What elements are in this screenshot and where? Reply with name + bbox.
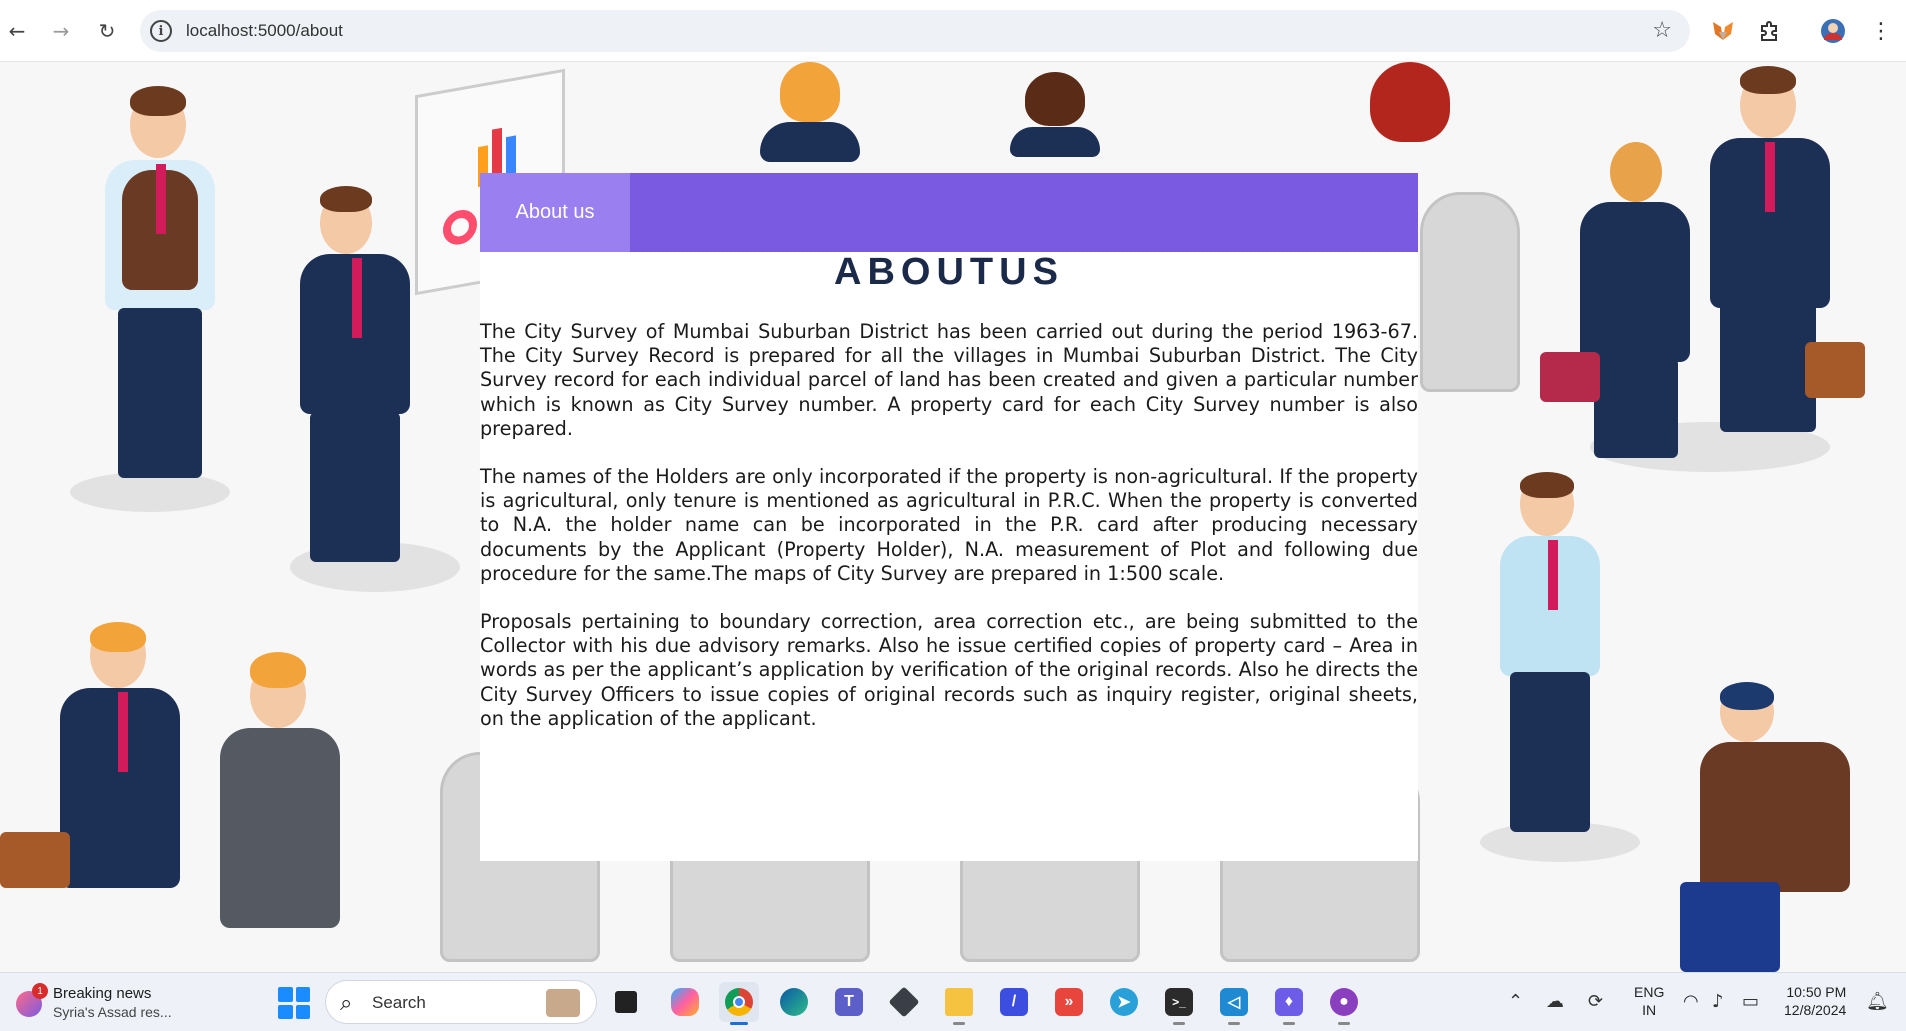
page-title: ABOUTUS [834, 251, 1064, 293]
tab-bar: About us [480, 173, 1418, 252]
telegram-icon[interactable]: ➤ [1104, 982, 1144, 1022]
terminal-icon[interactable]: >_ [1159, 982, 1199, 1025]
back-arrow-icon: ← [8, 19, 26, 43]
taskbar-search[interactable]: ⌕ Search [325, 980, 597, 1024]
wifi-icon[interactable]: ◠ [1683, 991, 1699, 1012]
kebab-menu-icon: ⋮ [1870, 18, 1892, 44]
search-label: Search [372, 993, 426, 1012]
chevron-up-icon[interactable]: ⌃ [1508, 991, 1523, 1012]
metamask-extension-icon[interactable] [1710, 18, 1736, 44]
search-highlight-icon [546, 989, 580, 1017]
language-region: IN [1642, 1002, 1657, 1018]
system-clock[interactable]: 10:50 PM 12/8/2024 [1784, 983, 1846, 1019]
sync-icon[interactable]: ⟳ [1588, 991, 1603, 1012]
vscode-icon[interactable]: ◁ [1214, 982, 1254, 1025]
page-viewport: About us ABOUTUS The City Survey of Mumb… [0, 62, 1906, 972]
battery-icon[interactable]: ▭ [1742, 991, 1759, 1012]
forward-button[interactable]: → [46, 16, 76, 46]
office-chair [1420, 192, 1520, 392]
language-code: ENG [1634, 984, 1665, 1000]
news-title: Breaking news [53, 985, 152, 1002]
address-bar[interactable]: i localhost:5000/about ☆ [140, 10, 1690, 52]
about-card: About us ABOUTUS The City Survey of Mumb… [480, 173, 1418, 861]
profile-avatar[interactable] [1820, 18, 1846, 44]
about-content: The City Survey of Mumbai Suburban Distr… [480, 320, 1418, 755]
app-a-icon[interactable]: / [994, 982, 1034, 1022]
sitting-man-figure [1660, 682, 1880, 972]
unity-icon[interactable] [884, 982, 924, 1022]
github-desktop-icon[interactable]: ● [1324, 982, 1364, 1025]
volume-icon[interactable]: ♪ [1712, 991, 1724, 1012]
app-c-icon[interactable]: ♦ [1269, 982, 1309, 1025]
woman-figure-top [760, 62, 860, 162]
app-b-icon[interactable]: » [1049, 982, 1089, 1022]
businessman-figure [60, 82, 260, 522]
about-paragraph: The names of the Holders are only incorp… [480, 465, 1418, 585]
reload-button[interactable]: ↻ [92, 16, 122, 46]
tab-about-us[interactable]: About us [480, 173, 630, 252]
walking-man-figure [1480, 472, 1650, 872]
clock-date: 12/8/2024 [1784, 1002, 1847, 1018]
news-widget[interactable]: 1 Breaking news Syria's Assad res... [10, 981, 210, 1025]
notification-badge: 1 [32, 983, 48, 999]
teams-icon[interactable]: T [829, 982, 869, 1022]
language-indicator[interactable]: ENG IN [1634, 983, 1664, 1019]
onedrive-icon[interactable]: ☁ [1546, 991, 1564, 1012]
about-paragraph: Proposals pertaining to boundary correct… [480, 610, 1418, 730]
clock-time: 10:50 PM [1786, 984, 1847, 1000]
taskbar: 1 Breaking news Syria's Assad res... ⌕ S… [0, 972, 1906, 1031]
task-view-icon[interactable] [606, 982, 646, 1022]
edge-icon[interactable] [774, 982, 814, 1022]
about-paragraph: The City Survey of Mumbai Suburban Distr… [480, 320, 1418, 440]
url-text[interactable]: localhost:5000/about [186, 21, 343, 41]
windows-start-icon[interactable] [278, 987, 310, 1019]
businesspeople-bottom-left [0, 622, 350, 972]
file-explorer-icon[interactable] [939, 982, 979, 1025]
redhead-figure [1360, 62, 1470, 182]
copilot-icon[interactable] [665, 982, 705, 1022]
chrome-icon[interactable] [719, 982, 759, 1025]
reload-icon: ↻ [98, 19, 116, 43]
woman-figure-ponytail [1010, 72, 1100, 157]
browser-toolbar: ← → ↻ i localhost:5000/about ☆ ⋮ [0, 0, 1906, 62]
notification-bell-icon[interactable]: 🔔︎ [1866, 991, 1889, 1012]
back-button[interactable]: ← [2, 16, 32, 46]
news-subtitle: Syria's Assad res... [53, 1004, 172, 1020]
site-info-icon[interactable]: i [150, 20, 172, 42]
browser-menu-button[interactable]: ⋮ [1868, 18, 1894, 44]
handshake-figures [1540, 62, 1865, 482]
bookmark-star-icon[interactable]: ☆ [1652, 18, 1672, 43]
presenter-figure [290, 182, 490, 602]
extensions-puzzle-icon[interactable] [1756, 18, 1782, 44]
forward-arrow-icon: → [52, 19, 70, 43]
search-icon: ⌕ [340, 991, 353, 1016]
